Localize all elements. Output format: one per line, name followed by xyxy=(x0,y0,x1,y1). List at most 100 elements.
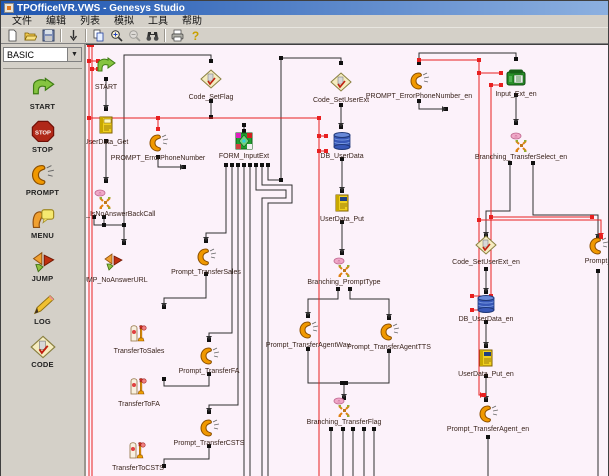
node-branching-prompttype[interactable]: Branching_PromptType xyxy=(307,258,380,286)
palette-item-jump[interactable]: JUMP xyxy=(30,249,56,283)
connector-port[interactable] xyxy=(508,161,512,165)
node-prompt-errorphonenumber-en[interactable]: PROMPT_ErrorPhoneNumber_en xyxy=(366,73,472,100)
connector-port[interactable] xyxy=(242,163,246,167)
connector-port[interactable] xyxy=(499,83,503,87)
connector-port[interactable] xyxy=(266,163,270,167)
connector-port[interactable] xyxy=(372,427,376,431)
connector-port[interactable] xyxy=(329,427,333,431)
connector-port[interactable] xyxy=(104,77,108,81)
connector-port[interactable] xyxy=(317,134,321,138)
down-arrow-button[interactable] xyxy=(65,28,82,43)
connector-port[interactable] xyxy=(242,129,246,133)
menu-item-3[interactable]: 模拟 xyxy=(107,15,141,28)
connector-port[interactable] xyxy=(596,269,600,273)
connector-port[interactable] xyxy=(484,267,488,271)
connector-port[interactable] xyxy=(477,58,481,62)
menu-item-1[interactable]: 编辑 xyxy=(39,15,73,28)
copy-button[interactable] xyxy=(90,28,107,43)
connector-port[interactable] xyxy=(224,163,228,167)
connector-port[interactable] xyxy=(362,427,366,431)
stencil-dropdown[interactable]: BASIC ▼ xyxy=(3,47,82,62)
title-bar[interactable]: TPOfficeIVR.VWS - Genesys Studio xyxy=(1,1,608,15)
connector-port[interactable] xyxy=(531,161,535,165)
connector-port[interactable] xyxy=(486,435,490,439)
connector-port[interactable] xyxy=(87,59,91,63)
connector-port[interactable] xyxy=(341,427,345,431)
flow-canvas[interactable]: STARTUserData_GetBranching_IsNoAnswerBac… xyxy=(86,44,608,476)
connector-port[interactable] xyxy=(470,294,474,298)
connector-port[interactable] xyxy=(470,308,474,312)
connector-port[interactable] xyxy=(590,215,594,219)
connector-port[interactable] xyxy=(336,287,340,291)
connector-port[interactable] xyxy=(279,178,283,182)
palette-item-code[interactable]: CODE xyxy=(30,335,56,369)
connector-port[interactable] xyxy=(230,163,234,167)
connector-port[interactable] xyxy=(317,116,321,120)
node-code-setuserext[interactable]: Code_SetUserExt xyxy=(313,73,369,104)
connector-port[interactable] xyxy=(156,116,160,120)
connector-port[interactable] xyxy=(477,218,481,222)
node-branching-transferselect-en[interactable]: Branching_TransferSelect_en xyxy=(475,133,567,161)
node-branching-isnoanswerbackcall[interactable]: Branching_IsNoAnswerBackCall xyxy=(86,190,156,218)
connector-port[interactable] xyxy=(162,377,166,381)
find-button[interactable] xyxy=(144,28,161,43)
connector-port[interactable] xyxy=(351,427,355,431)
connector-port[interactable] xyxy=(90,45,94,47)
node-userdata-put-en[interactable]: UserData_Put_en xyxy=(458,350,514,378)
zoom-in-button[interactable] xyxy=(108,28,125,43)
connector-port[interactable] xyxy=(348,287,352,291)
connector-port[interactable] xyxy=(254,163,258,167)
node-form-inputext[interactable]: FORM_InputExt xyxy=(219,133,269,160)
connector-port[interactable] xyxy=(417,58,421,62)
print-button[interactable] xyxy=(169,28,186,43)
connector-port[interactable] xyxy=(122,223,126,227)
node-code-setflag[interactable]: Code_SetFlag xyxy=(189,70,234,101)
connector-port[interactable] xyxy=(342,381,346,385)
palette-item-stop[interactable]: STOP xyxy=(30,120,56,154)
connector-port[interactable] xyxy=(242,123,246,127)
connector-port[interactable] xyxy=(236,163,240,167)
open-button[interactable] xyxy=(22,28,39,43)
connector-port[interactable] xyxy=(514,57,518,61)
connector-port[interactable] xyxy=(489,215,493,219)
node-db-userdata-en[interactable]: DB_UserData_en xyxy=(459,296,514,324)
connector-port[interactable] xyxy=(248,163,252,167)
connector-port[interactable] xyxy=(477,71,481,75)
connector-port[interactable] xyxy=(260,163,264,167)
palette-item-prompt[interactable]: PROMPT xyxy=(26,163,59,197)
node-prompt-transferagent-en[interactable]: Prompt_TransferAgent_en xyxy=(447,406,529,433)
palette-item-start[interactable]: START xyxy=(30,77,56,111)
help-button[interactable] xyxy=(187,28,204,43)
palette-item-menu[interactable]: MENU xyxy=(30,206,56,240)
connector-port[interactable] xyxy=(499,71,503,75)
palette-item-log[interactable]: LOG xyxy=(30,292,56,326)
zoom-out-button[interactable] xyxy=(126,28,143,43)
save-button[interactable] xyxy=(40,28,57,43)
menu-item-2[interactable]: 列表 xyxy=(73,15,107,28)
connector-port[interactable] xyxy=(87,116,91,120)
node-code-setuserext-en[interactable]: Code_SetUserExt_en xyxy=(452,236,520,266)
menu-item-4[interactable]: 工具 xyxy=(141,15,175,28)
node-prompt-transferagenttts[interactable]: Prompt_TransferAgentTTS xyxy=(347,324,431,351)
connector-port[interactable] xyxy=(156,127,160,131)
node-prompt-transfercsts[interactable]: Prompt_TransferCSTS xyxy=(174,420,245,447)
node-prompt-transfersales[interactable]: Prompt_TransferSales xyxy=(171,249,241,276)
connector-port[interactable] xyxy=(102,223,106,227)
menu-item-5[interactable]: 帮助 xyxy=(175,15,209,28)
node-branching-transferflag[interactable]: Branching_TransferFlag xyxy=(307,398,382,426)
node-prompt-transferagentwav[interactable]: Prompt_TransferAgentWav xyxy=(266,322,351,349)
connector-port[interactable] xyxy=(90,67,94,71)
node-start[interactable]: START xyxy=(95,58,118,91)
node-transfertocsts[interactable]: TransferToCSTS xyxy=(112,443,164,473)
menu-item-0[interactable]: 文件 xyxy=(5,15,39,28)
node-prompt-transferfa[interactable]: Prompt_TransferFA xyxy=(179,348,240,375)
new-button[interactable] xyxy=(4,28,21,43)
node-transfertosales[interactable]: TransferToSales xyxy=(114,326,165,356)
connector-port[interactable] xyxy=(209,59,213,63)
chevron-down-icon[interactable]: ▼ xyxy=(67,48,81,61)
connector-port[interactable] xyxy=(324,134,328,138)
node-transfertofa[interactable]: TransferToFA xyxy=(118,379,160,409)
connector-port[interactable] xyxy=(339,61,343,65)
node-userdata-put[interactable]: UserData_Put xyxy=(320,195,364,223)
connector-port[interactable] xyxy=(279,56,283,60)
